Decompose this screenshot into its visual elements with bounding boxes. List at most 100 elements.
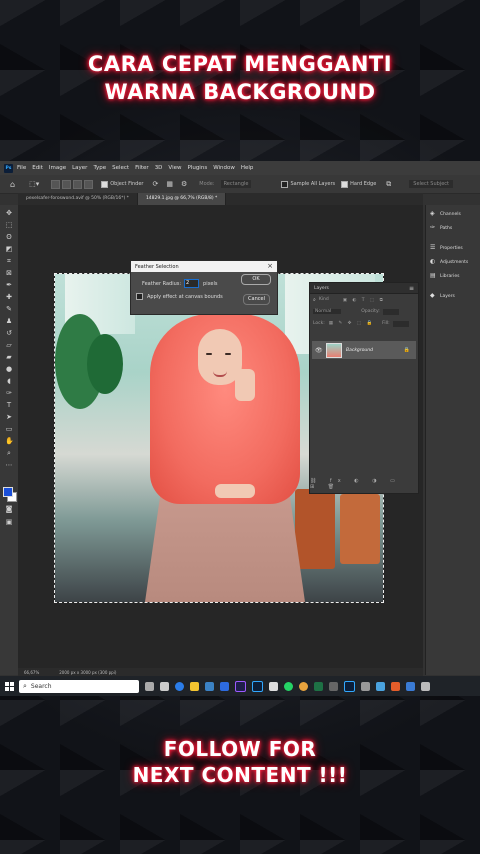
- mail-icon[interactable]: [220, 681, 229, 691]
- app-icon[interactable]: [406, 681, 415, 691]
- menu-help[interactable]: Help: [241, 165, 254, 171]
- quick-mask-icon[interactable]: ◙: [5, 505, 13, 513]
- crop-tool-icon[interactable]: ⌗: [5, 257, 13, 265]
- eyedropper-tool-icon[interactable]: ✒: [5, 281, 13, 289]
- lock-icon[interactable]: 🔒: [404, 347, 410, 353]
- app-icon[interactable]: [329, 681, 338, 691]
- panel-properties[interactable]: ☰ Properties: [430, 245, 463, 251]
- hand: [235, 369, 255, 401]
- panel-menu-icon[interactable]: ≡: [409, 285, 414, 292]
- menu-plugins[interactable]: Plugins: [187, 165, 207, 171]
- selection-mode-icons[interactable]: [51, 179, 95, 189]
- lasso-tool-icon[interactable]: ʘ: [5, 233, 13, 241]
- gear-icon[interactable]: ⚙: [181, 180, 187, 188]
- object-select-tool-icon[interactable]: ◩: [5, 245, 13, 253]
- file-explorer-icon[interactable]: [190, 681, 199, 691]
- opacity-input[interactable]: [382, 308, 399, 315]
- refresh-icon[interactable]: ⟳: [152, 180, 158, 188]
- filter-icons[interactable]: ▣ ◐ T ⬚ ⧉: [343, 297, 385, 303]
- zoom-tool-icon[interactable]: ⌕: [5, 449, 13, 457]
- ok-button[interactable]: OK: [241, 274, 271, 285]
- mode-dropdown[interactable]: Rectangle: [220, 180, 252, 188]
- apply-bounds-row[interactable]: Apply effect at canvas bounds: [136, 293, 223, 300]
- taskbar-search[interactable]: ⌕ Search: [19, 679, 139, 693]
- pen-tool-icon[interactable]: ✑: [5, 389, 13, 397]
- path-selection-tool-icon[interactable]: ➤: [5, 413, 13, 421]
- search-icon[interactable]: ⌕: [313, 297, 316, 303]
- chrome-icon[interactable]: [299, 681, 308, 691]
- panel-adjustments[interactable]: ◐ Adjustments: [430, 259, 468, 265]
- select-subject-button[interactable]: Select Subject: [409, 180, 454, 188]
- widgets-icon[interactable]: [160, 681, 169, 691]
- menu-type[interactable]: Type: [93, 165, 106, 171]
- panel-layers[interactable]: ◆ Layers: [430, 293, 455, 299]
- whatsapp-icon[interactable]: [284, 681, 293, 691]
- app-icon[interactable]: [269, 681, 278, 691]
- hand-tool-icon[interactable]: ✋: [5, 437, 14, 445]
- layer-kind-dropdown[interactable]: Kind: [319, 297, 329, 302]
- panel-paths[interactable]: ✑ Paths: [430, 225, 452, 231]
- frame-tool-icon[interactable]: ⊠: [5, 269, 13, 277]
- more-tools-icon[interactable]: ⋯: [5, 461, 13, 469]
- task-view-icon[interactable]: [145, 681, 154, 691]
- show-objects-icon[interactable]: ▦: [166, 180, 173, 188]
- menu-3d[interactable]: 3D: [155, 165, 163, 171]
- feather-radius-input[interactable]: 2: [184, 279, 200, 288]
- foreground-color-swatch[interactable]: [3, 487, 13, 497]
- app-icon[interactable]: [391, 681, 400, 691]
- canvas-area[interactable]: Feather Selection × Feather Radius: 2 pi…: [18, 205, 423, 675]
- tool-preset-icon[interactable]: ⬚▾: [29, 180, 39, 188]
- sample-all-layers-toggle[interactable]: Sample All Layers: [281, 180, 335, 188]
- select-and-mask-icon[interactable]: ⧉: [386, 180, 391, 189]
- layer-background[interactable]: 👁 Background 🔒: [312, 341, 416, 359]
- panel-libraries[interactable]: ▤ Libraries: [430, 273, 459, 279]
- layer-name[interactable]: Background: [346, 348, 373, 353]
- menu-view[interactable]: View: [168, 165, 181, 171]
- checkbox-icon[interactable]: [136, 293, 143, 300]
- menu-window[interactable]: Window: [213, 165, 235, 171]
- menu-filter[interactable]: Filter: [135, 165, 149, 171]
- photoshop-icon[interactable]: [344, 680, 355, 692]
- tab-document-2[interactable]: 14829.1.jpg @ 66,7% (RGB/8) *: [137, 193, 227, 205]
- tab-document-1[interactable]: pexelsafer-foroswond.avif @ 50% (RGB/16*…: [18, 193, 138, 205]
- menu-layer[interactable]: Layer: [72, 165, 87, 171]
- gradient-tool-icon[interactable]: ▰: [5, 353, 13, 361]
- history-brush-tool-icon[interactable]: ↺: [5, 329, 13, 337]
- panel-channels[interactable]: ◈ Channels: [430, 211, 461, 217]
- app-icon[interactable]: [376, 681, 385, 691]
- menu-edit[interactable]: Edit: [32, 165, 43, 171]
- move-tool-icon[interactable]: ✥: [5, 209, 13, 217]
- app-icon[interactable]: [361, 681, 370, 691]
- blend-mode-dropdown[interactable]: Normal: [313, 309, 342, 314]
- visibility-eye-icon[interactable]: 👁: [315, 347, 323, 354]
- menu-file[interactable]: File: [17, 165, 26, 171]
- edge-icon[interactable]: [175, 681, 184, 691]
- premiere-icon[interactable]: [235, 680, 246, 692]
- brush-tool-icon[interactable]: ✎: [5, 305, 13, 313]
- photoshop-icon[interactable]: [252, 680, 263, 692]
- app-icon[interactable]: [421, 681, 430, 691]
- eraser-tool-icon[interactable]: ▱: [5, 341, 13, 349]
- blur-tool-icon[interactable]: ●: [5, 365, 13, 373]
- lock-icons[interactable]: ▦ ✎ ✥ ⬚ 🔒: [329, 321, 374, 326]
- healing-brush-tool-icon[interactable]: ✚: [5, 293, 13, 301]
- fill-input[interactable]: [392, 320, 409, 327]
- menu-select[interactable]: Select: [112, 165, 129, 171]
- marquee-tool-icon[interactable]: ⬚: [5, 221, 13, 229]
- close-icon[interactable]: ×: [267, 262, 273, 270]
- menu-image[interactable]: Image: [49, 165, 66, 171]
- home-icon[interactable]: ⌂: [10, 180, 15, 189]
- dodge-tool-icon[interactable]: ◖: [5, 377, 13, 385]
- cancel-button[interactable]: Cancel: [243, 294, 270, 305]
- layers-footer-icons[interactable]: ⛓ fx ◐ ◑ ▭ ⊞ 🗑: [310, 478, 418, 490]
- screen-mode-icon[interactable]: ▣: [5, 518, 13, 526]
- clone-stamp-tool-icon[interactable]: ♟: [5, 317, 13, 325]
- excel-icon[interactable]: [314, 681, 323, 691]
- hard-edge-toggle[interactable]: Hard Edge: [341, 180, 376, 188]
- object-finder-toggle[interactable]: Object Finder: [101, 180, 143, 188]
- zoom-level[interactable]: 66,67%: [24, 670, 39, 675]
- rectangle-tool-icon[interactable]: ▭: [5, 425, 13, 433]
- type-tool-icon[interactable]: T: [5, 401, 13, 409]
- windows-start-icon[interactable]: [5, 681, 14, 691]
- store-icon[interactable]: [205, 681, 214, 691]
